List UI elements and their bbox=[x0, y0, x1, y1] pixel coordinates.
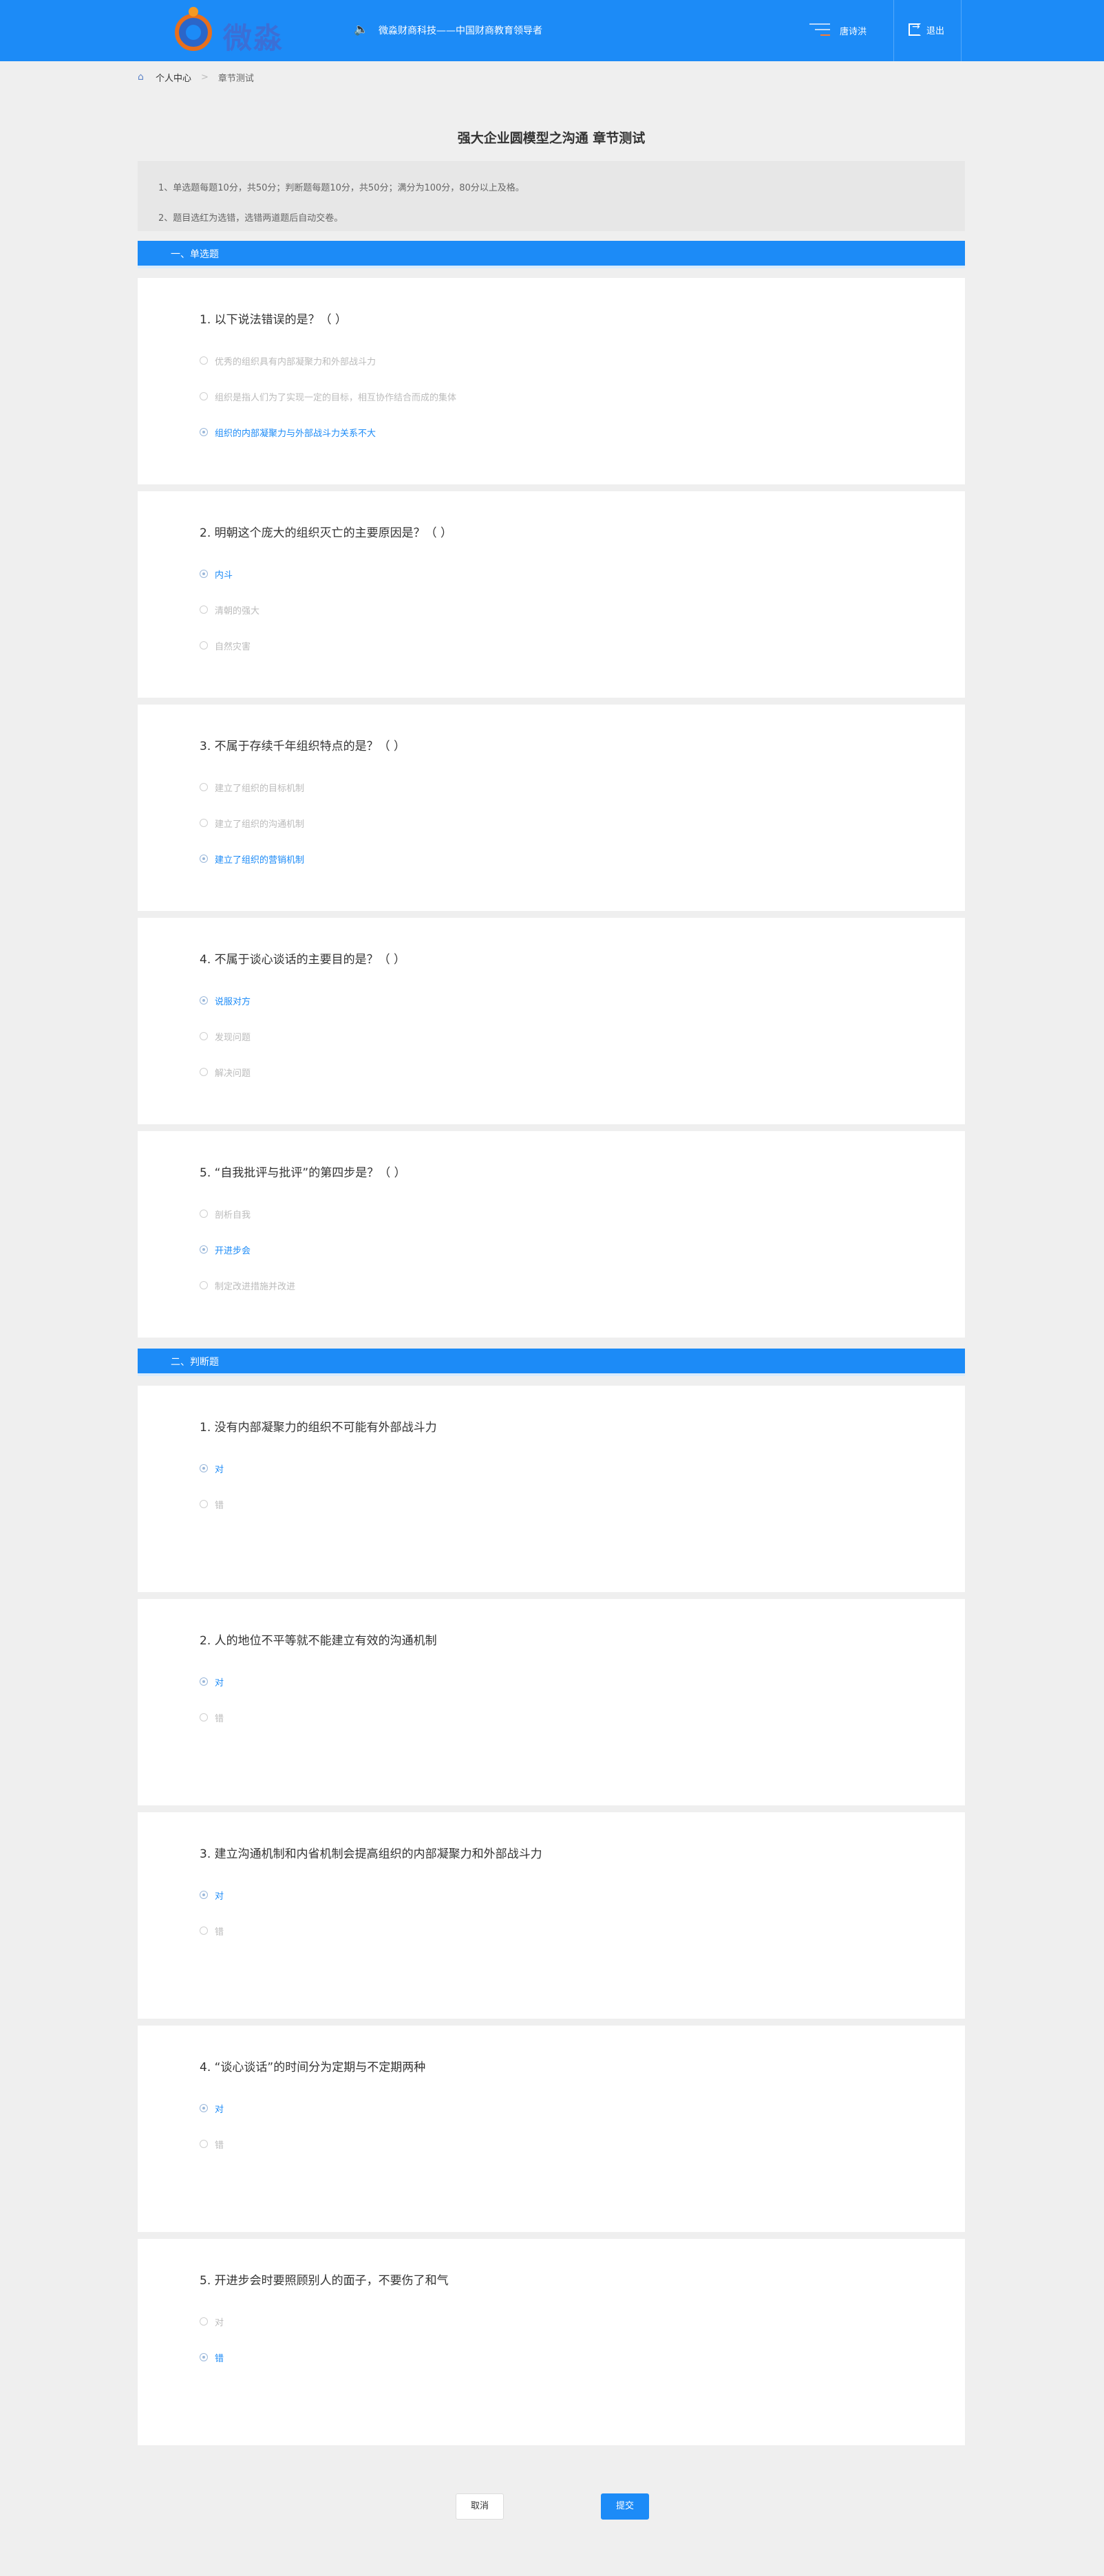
top-navigation-bar: 微淼 🔈 微淼财商科技——中国财商教育领导者 唐诗洪 退出 bbox=[0, 0, 1104, 61]
submit-button[interactable]: 提交 bbox=[601, 2493, 649, 2520]
breadcrumb-separator: > bbox=[201, 72, 209, 83]
header-divider bbox=[893, 0, 894, 61]
radio-icon[interactable] bbox=[200, 1068, 208, 1076]
radio-selected-icon[interactable] bbox=[200, 996, 208, 1005]
logout-button[interactable]: 退出 bbox=[909, 21, 944, 39]
header-headline: 微淼财商科技——中国财商教育领导者 bbox=[379, 25, 542, 36]
radio-selected-icon[interactable] bbox=[200, 1245, 208, 1254]
breadcrumb-current: 章节测试 bbox=[217, 73, 254, 84]
answer-option-selected[interactable]: 说服对方 bbox=[200, 994, 251, 1007]
answer-option[interactable]: 错 bbox=[200, 1710, 224, 1724]
question-title: 2. 明朝这个庞大的组织灭亡的主要原因是？（ ） bbox=[200, 526, 453, 540]
radio-icon[interactable] bbox=[200, 1032, 208, 1040]
radio-icon[interactable] bbox=[200, 392, 208, 400]
radio-icon[interactable] bbox=[200, 819, 208, 827]
answer-option-selected[interactable]: 对 bbox=[200, 1888, 224, 1902]
radio-selected-icon[interactable] bbox=[200, 1677, 208, 1686]
answer-option[interactable]: 建立了组织的沟通机制 bbox=[200, 816, 304, 830]
instruction-line: 1、单选题每题10分，共50分；判断题每题10分，共50分；满分为100分，80… bbox=[158, 183, 524, 193]
question-title: 1. 没有内部凝聚力的组织不可能有外部战斗力 bbox=[200, 1421, 437, 1435]
radio-icon[interactable] bbox=[200, 1500, 208, 1508]
user-level-icon bbox=[809, 23, 830, 40]
question-title: 4. 不属于谈心谈话的主要目的是？（ ） bbox=[200, 953, 406, 967]
answer-option-selected[interactable]: 内斗 bbox=[200, 567, 233, 581]
answer-option[interactable]: 对 bbox=[200, 2315, 224, 2328]
answer-option[interactable]: 优秀的组织具有内部凝聚力和外部战斗力 bbox=[200, 354, 376, 367]
question-card: 1. 以下说法错误的是？（ ） 优秀的组织具有内部凝聚力和外部战斗力 组织是指人… bbox=[138, 278, 965, 484]
question-card: 5. “自我批评与批评”的第四步是？（ ） 剖析自我 开进步会 制定改进措施并改… bbox=[138, 1131, 965, 1338]
logout-icon bbox=[909, 21, 921, 36]
question-title: 1. 以下说法错误的是？（ ） bbox=[200, 313, 348, 327]
question-card: 4. 不属于谈心谈话的主要目的是？（ ） 说服对方 发现问题 解决问题 bbox=[138, 918, 965, 1124]
logo-dot-icon bbox=[189, 7, 198, 17]
answer-option[interactable]: 错 bbox=[200, 1924, 224, 1938]
radio-selected-icon[interactable] bbox=[200, 570, 208, 578]
exam-instructions: 1、单选题每题10分，共50分；判断题每题10分，共50分；满分为100分，80… bbox=[138, 161, 965, 231]
user-name: 唐诗洪 bbox=[840, 27, 867, 37]
question-card: 1. 没有内部凝聚力的组织不可能有外部战斗力 对 错 bbox=[138, 1386, 965, 1592]
answer-option[interactable]: 建立了组织的目标机制 bbox=[200, 780, 304, 794]
radio-icon[interactable] bbox=[200, 783, 208, 791]
radio-icon[interactable] bbox=[200, 2317, 208, 2326]
answer-option-selected[interactable]: 对 bbox=[200, 2101, 224, 2115]
answer-option[interactable]: 自然灾害 bbox=[200, 638, 251, 652]
speaker-icon: 🔈 bbox=[354, 23, 369, 36]
section-header-single-choice: 一、单选题 bbox=[138, 241, 965, 268]
radio-icon[interactable] bbox=[200, 1281, 208, 1289]
radio-icon[interactable] bbox=[200, 1713, 208, 1721]
answer-option-selected[interactable]: 对 bbox=[200, 1461, 224, 1475]
instruction-line: 2、题目选红为选错，选错两道题后自动交卷。 bbox=[158, 213, 343, 224]
question-title: 5. 开进步会时要照顾别人的面子，不要伤了和气 bbox=[200, 2274, 449, 2288]
answer-option-selected[interactable]: 建立了组织的营销机制 bbox=[200, 852, 304, 866]
answer-option[interactable]: 剖析自我 bbox=[200, 1207, 251, 1221]
radio-selected-icon[interactable] bbox=[200, 2353, 208, 2361]
answer-option[interactable]: 组织是指人们为了实现一定的目标，相互协作结合而成的集体 bbox=[200, 389, 456, 403]
question-title: 5. “自我批评与批评”的第四步是？（ ） bbox=[200, 1166, 406, 1180]
radio-selected-icon[interactable] bbox=[200, 1891, 208, 1899]
question-card: 4. “谈心谈话”的时间分为定期与不定期两种 对 错 bbox=[138, 2026, 965, 2232]
question-title: 2. 人的地位不平等就不能建立有效的沟通机制 bbox=[200, 1634, 437, 1648]
question-card: 3. 建立沟通机制和内省机制会提高组织的内部凝聚力和外部战斗力 对 错 bbox=[138, 1812, 965, 2019]
header-divider bbox=[961, 0, 962, 61]
radio-selected-icon[interactable] bbox=[200, 2104, 208, 2112]
question-card: 3. 不属于存续千年组织特点的是？（ ） 建立了组织的目标机制 建立了组织的沟通… bbox=[138, 705, 965, 911]
question-card: 5. 开进步会时要照顾别人的面子，不要伤了和气 对 错 bbox=[138, 2239, 965, 2445]
radio-icon[interactable] bbox=[200, 2140, 208, 2148]
radio-icon[interactable] bbox=[200, 1210, 208, 1218]
section-header-true-false: 二、判断题 bbox=[138, 1349, 965, 1376]
answer-option[interactable]: 错 bbox=[200, 1497, 224, 1511]
question-card: 2. 人的地位不平等就不能建立有效的沟通机制 对 错 bbox=[138, 1599, 965, 1805]
question-title: 3. 不属于存续千年组织特点的是？（ ） bbox=[200, 740, 406, 753]
radio-icon[interactable] bbox=[200, 641, 208, 650]
question-title: 3. 建立沟通机制和内省机制会提高组织的内部凝聚力和外部战斗力 bbox=[200, 1847, 542, 1861]
answer-option-selected[interactable]: 对 bbox=[200, 1675, 224, 1688]
answer-option-selected[interactable]: 错 bbox=[200, 2350, 224, 2364]
brand-logo[interactable]: 微淼 bbox=[169, 6, 286, 55]
radio-selected-icon[interactable] bbox=[200, 428, 208, 436]
radio-icon[interactable] bbox=[200, 605, 208, 614]
question-card: 2. 明朝这个庞大的组织灭亡的主要原因是？（ ） 内斗 清朝的强大 自然灾害 bbox=[138, 491, 965, 698]
question-title: 4. “谈心谈话”的时间分为定期与不定期两种 bbox=[200, 2061, 426, 2074]
logout-label: 退出 bbox=[926, 25, 945, 36]
radio-selected-icon[interactable] bbox=[200, 1464, 208, 1472]
cancel-button[interactable]: 取消 bbox=[456, 2493, 504, 2520]
logo-mark-icon bbox=[175, 14, 212, 51]
breadcrumb-home-link[interactable]: 个人中心 bbox=[156, 71, 191, 84]
answer-option[interactable]: 错 bbox=[200, 2137, 224, 2151]
radio-icon[interactable] bbox=[200, 1926, 208, 1935]
user-menu[interactable]: 唐诗洪 bbox=[809, 19, 867, 43]
radio-selected-icon[interactable] bbox=[200, 855, 208, 863]
radio-icon[interactable] bbox=[200, 356, 208, 365]
breadcrumb: ⌂ 个人中心 > 章节测试 bbox=[138, 69, 254, 85]
answer-option[interactable]: 发现问题 bbox=[200, 1029, 251, 1043]
answer-option[interactable]: 制定改进措施并改进 bbox=[200, 1278, 295, 1292]
answer-option[interactable]: 清朝的强大 bbox=[200, 603, 259, 616]
logo-text: 微淼 bbox=[223, 21, 284, 55]
page-title: 强大企业圆模型之沟通 章节测试 bbox=[457, 131, 646, 146]
answer-option-selected[interactable]: 组织的内部凝聚力与外部战斗力关系不大 bbox=[200, 425, 376, 439]
home-icon[interactable]: ⌂ bbox=[138, 72, 147, 82]
answer-option-selected[interactable]: 开进步会 bbox=[200, 1243, 251, 1256]
answer-option[interactable]: 解决问题 bbox=[200, 1065, 251, 1079]
